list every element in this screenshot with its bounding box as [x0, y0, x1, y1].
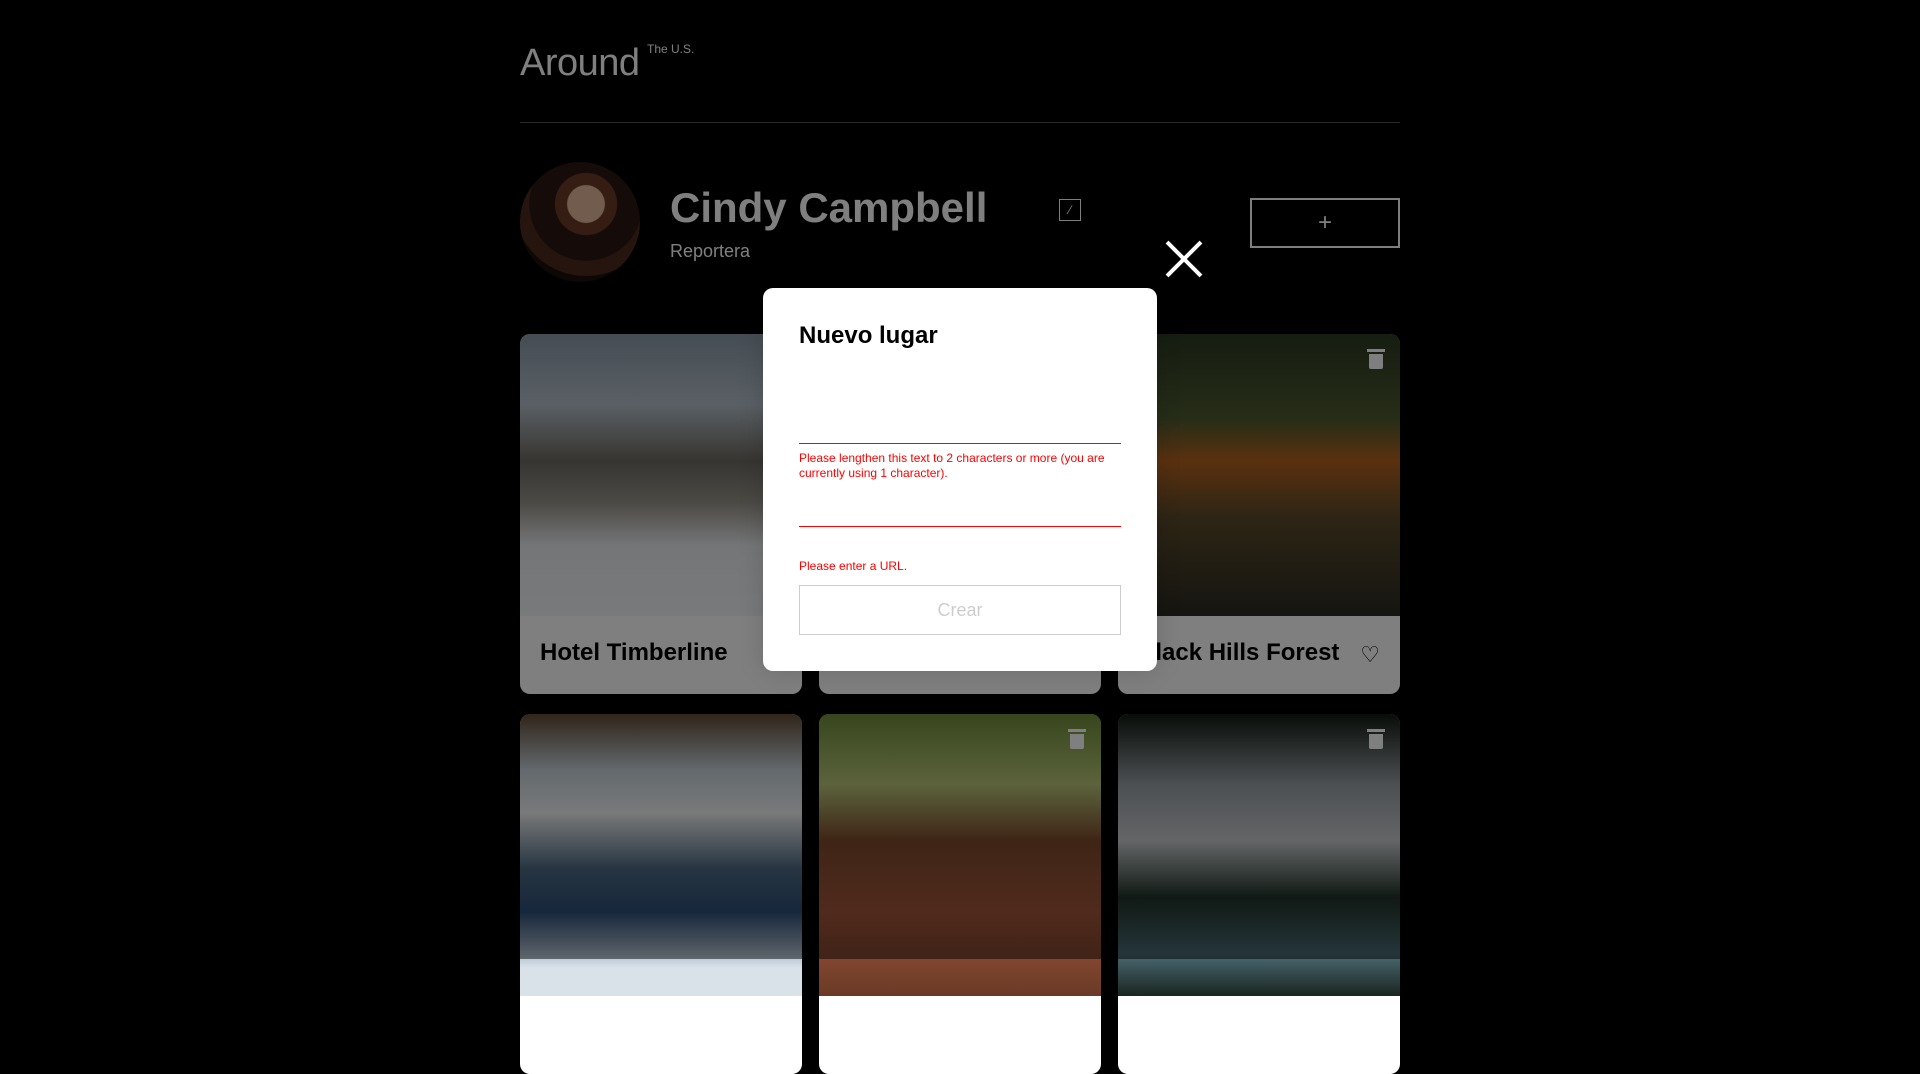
- create-button[interactable]: Crear: [799, 585, 1121, 635]
- modal-title: Nuevo lugar: [799, 322, 938, 349]
- place-link-error: Please enter a URL.: [799, 559, 908, 573]
- place-title-error: Please lengthen this text to 2 character…: [799, 451, 1105, 480]
- place-title-input[interactable]: [799, 413, 1121, 444]
- place-link-input[interactable]: [799, 496, 1121, 527]
- close-icon[interactable]: [1162, 237, 1206, 281]
